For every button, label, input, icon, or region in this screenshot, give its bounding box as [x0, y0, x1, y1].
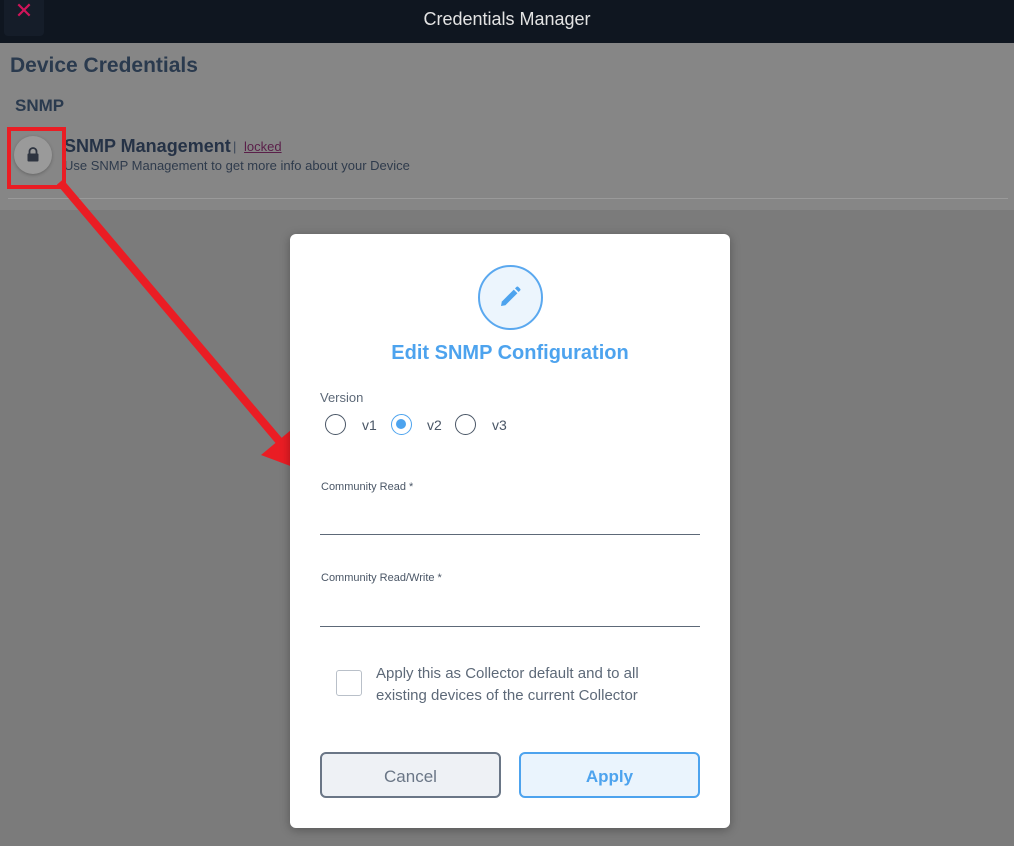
radio-v2[interactable] — [391, 414, 412, 435]
radio-v1[interactable] — [325, 414, 346, 435]
pencil-icon — [501, 286, 521, 306]
community-read-input[interactable] — [320, 506, 700, 535]
community-read-write-input[interactable] — [320, 598, 700, 627]
apply-default-checkbox[interactable] — [336, 670, 362, 696]
radio-label-v3[interactable]: v3 — [492, 417, 507, 433]
edit-badge — [478, 265, 543, 330]
version-label: Version — [320, 390, 364, 405]
community-read-label: Community Read * — [321, 481, 414, 493]
dialog-title: Edit SNMP Configuration — [391, 342, 629, 364]
radio-label-v2[interactable]: v2 — [427, 417, 442, 433]
community-read-write-label: Community Read/Write * — [321, 572, 442, 584]
radio-label-v1[interactable]: v1 — [362, 417, 377, 433]
edit-snmp-dialog: Edit SNMP Configuration Version v1 v2 v3… — [290, 234, 730, 828]
apply-button[interactable]: Apply — [519, 752, 700, 798]
apply-default-label[interactable]: Apply this as Collector default and to a… — [376, 663, 676, 707]
radio-v3[interactable] — [455, 414, 476, 435]
cancel-button[interactable]: Cancel — [320, 752, 501, 798]
